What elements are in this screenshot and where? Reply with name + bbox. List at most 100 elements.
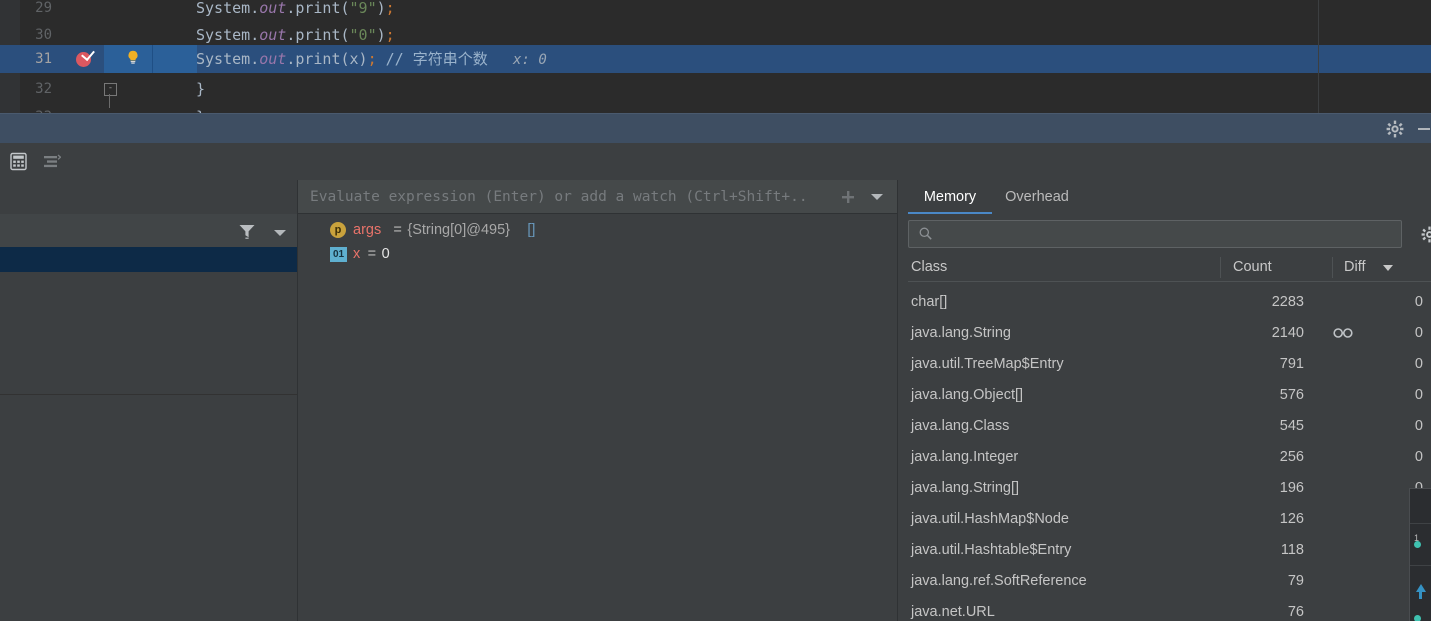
code-token: ; [385,26,395,44]
editor-line[interactable]: 32 -} [0,75,1431,108]
code-token: . [250,50,260,68]
edge-popup-overlay[interactable]: 1 [1409,488,1431,621]
table-row[interactable]: java.lang.Object[] 576 0 [908,380,1431,411]
frames-filter-bar [0,214,298,248]
code-token: // [385,50,413,68]
memory-class-name: java.net.URL [911,604,995,620]
code-token: ) [376,26,386,44]
code-token: ( [340,0,350,17]
memory-class-name: java.lang.Integer [911,449,1019,465]
memory-class-name: java.util.Hashtable$Entry [911,542,1072,558]
table-row[interactable]: char[] 2283 0 [908,287,1431,318]
memory-class-name: java.lang.Class [911,418,1010,434]
memory-count-value: 791 [1279,356,1304,372]
tab-label: Overhead [1005,189,1069,205]
editor-line[interactable]: 29 System.out.print("9"); [0,0,1431,22]
code-token: . [286,26,296,44]
table-row[interactable]: java.util.Hashtable$Entry1180 [908,535,1431,566]
breakpoint-icon[interactable] [76,46,95,67]
evaluate-expression-placeholder: Evaluate expression (Enter) or add a wat… [310,189,808,205]
code-token: out [259,0,287,17]
debug-toolbar [0,143,1431,313]
editor-line-code: } [196,75,205,103]
tab-memory[interactable]: Memory [908,180,992,214]
variable-value-secondary: [] [527,222,536,238]
column-header-count[interactable]: Count [1233,254,1272,281]
search-icon [919,227,932,240]
table-row[interactable]: java.lang.ref.SoftReference790 [908,566,1431,597]
memory-tab-bar: Memory Overhead [898,180,1431,214]
sort-indicator-icon[interactable] [1383,265,1393,271]
evaluate-expression-icon[interactable] [9,152,28,171]
code-token: } [196,80,206,98]
evaluate-expression-input[interactable]: Evaluate expression (Enter) or add a wat… [298,180,898,214]
inline-debug-value-hint: x: 0 [487,52,547,68]
code-token: "9" [349,0,377,17]
memory-count-value: 118 [1280,542,1304,558]
memory-diff-value: 0 [1414,294,1423,310]
table-row[interactable]: java.util.HashMap$Node1260 [908,504,1431,535]
column-header-diff[interactable]: Diff [1344,254,1366,281]
memory-class-name: char[] [911,294,948,310]
code-token: ; [385,0,395,17]
memory-settings-gear-icon[interactable] [1421,226,1431,243]
column-divider-1[interactable] [1220,257,1221,278]
code-token: . [286,0,296,17]
evaluate-history-chevron-down-icon[interactable] [871,194,883,200]
plus-icon[interactable] [841,190,856,205]
memory-class-name: java.lang.ref.SoftReference [911,573,1087,589]
code-token: System [196,0,251,17]
column-divider-2[interactable] [1332,257,1333,278]
editor-line-number: 32 [35,81,52,97]
frames-layout-icon[interactable] [42,152,62,171]
idea-debugger-window: 29 System.out.print("9"); 30 System.out.pri… [0,0,1431,621]
editor-line-code: System.out.print(x); // 字符串个数 x: 0 [196,45,547,74]
code-fold-icon[interactable]: - [104,83,117,96]
table-row[interactable]: java.lang.String[]1960 [908,473,1431,504]
frames-options-chevron-down-icon[interactable] [274,230,286,236]
parameter-badge-icon: p [330,222,346,238]
frames-panel-top [0,360,298,395]
variable-name: x [353,246,361,262]
memory-count-value: 196 [1279,480,1304,496]
table-row[interactable]: java.lang.Integer 256 0 [908,442,1431,473]
code-token: out [259,50,287,68]
code-token: "0" [349,26,377,44]
memory-diff-value: 0 [1414,387,1423,403]
code-token: System [196,26,251,44]
code-token: print [295,26,341,44]
column-header-class[interactable]: Class [911,254,947,281]
memory-search-input[interactable] [908,220,1402,248]
table-row[interactable]: java.lang.String 2140 0 [908,318,1431,349]
code-token: ; [367,50,377,68]
code-token: print [295,0,341,17]
minimize-icon[interactable] [1418,128,1430,130]
primitive-badge-icon: 01 [330,247,347,262]
memory-diff-value: 0 [1414,418,1423,434]
variable-row[interactable]: 01 x = 0 [298,242,898,266]
memory-count-value: 76 [1287,604,1304,620]
active-tab-indicator [908,212,992,214]
memory-count-value: 256 [1279,449,1304,465]
editor-line[interactable]: 31 System.out.print(x); // 字符串个数 x: 0 [0,45,1431,73]
intention-lightbulb-icon[interactable] [126,50,140,64]
frames-selected-row[interactable] [0,247,298,272]
gear-icon[interactable] [1386,120,1404,138]
variable-value: {String[0]@495} [407,222,510,238]
track-instances-glasses-icon[interactable] [1333,326,1353,338]
table-row[interactable]: java.util.TreeMap$Entry 791 0 [908,349,1431,380]
variable-row[interactable]: p args = {String[0]@495} [] [298,218,898,242]
table-row[interactable]: java.lang.Class 545 0 [908,411,1431,442]
editor-line-number: 31 [35,51,52,67]
tab-overhead[interactable]: Overhead [992,180,1082,214]
breakpoint-verified-check-icon [81,46,95,62]
code-editor[interactable]: 29 System.out.print("9"); 30 System.out.pri… [0,0,1431,113]
filter-icon[interactable] [238,223,256,239]
memory-count-value: 126 [1279,511,1304,527]
code-token: out [259,26,287,44]
editor-line[interactable]: 33} [0,103,1431,113]
table-row[interactable]: java.net.URL760 [908,597,1431,621]
memory-count-value: 545 [1279,418,1304,434]
code-token: print [295,50,341,68]
memory-class-name: java.lang.Object[] [911,387,1024,403]
